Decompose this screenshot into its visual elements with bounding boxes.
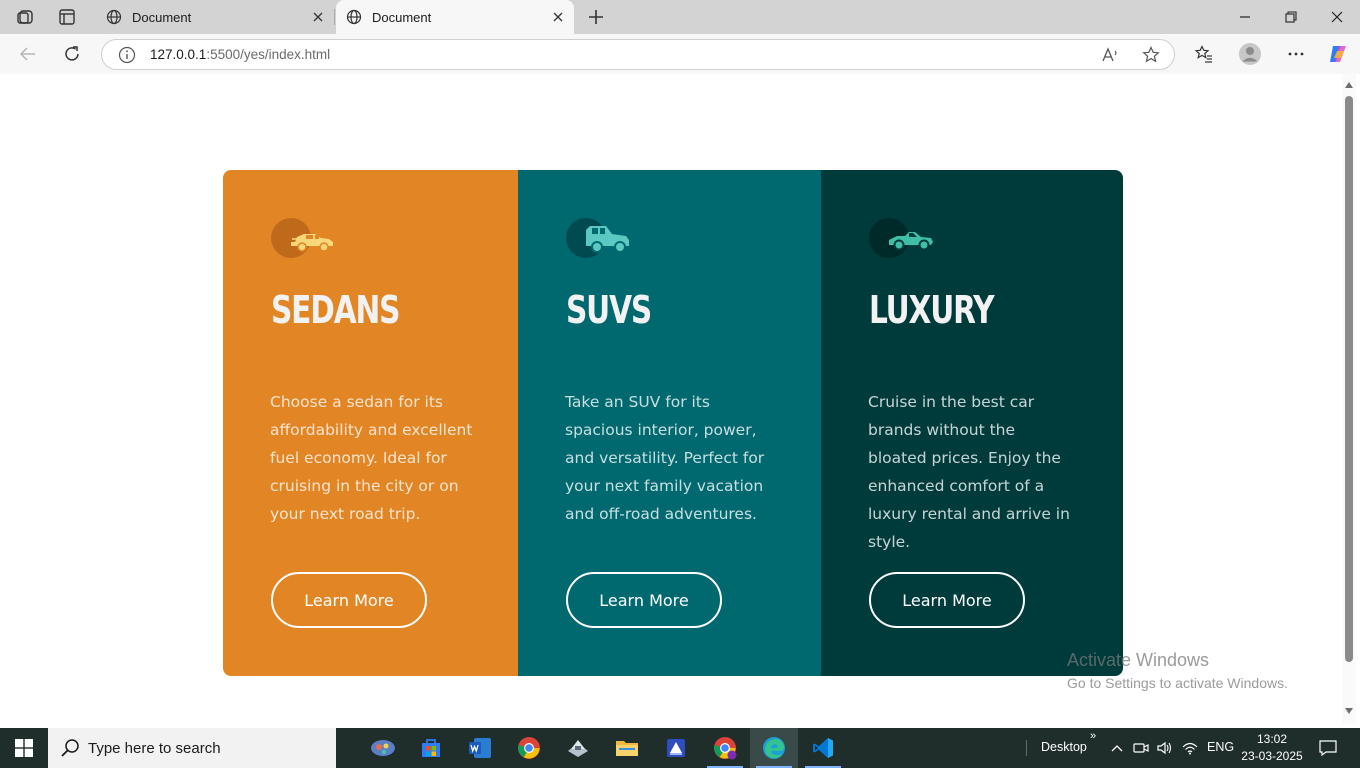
more-options-icon[interactable] xyxy=(1282,40,1310,68)
search-icon xyxy=(61,739,79,757)
taskbar-app-runner[interactable] xyxy=(652,728,700,768)
windows-taskbar: Type here to search Desktop » ENG 13:02 … xyxy=(0,728,1360,768)
windows-logo-icon xyxy=(15,739,33,757)
input-language-indicator[interactable]: ENG xyxy=(1207,740,1234,754)
activate-windows-watermark: Activate Windows Go to Settings to activ… xyxy=(1067,650,1288,691)
chrome-icon xyxy=(518,737,540,759)
taskbar-app-vscode[interactable] xyxy=(799,728,847,768)
url-path: :5500/yes/index.html xyxy=(206,47,331,62)
scrollbar-thumb[interactable] xyxy=(1345,96,1353,662)
card-title: SEDANS xyxy=(271,288,400,332)
taskbar-app-tools[interactable] xyxy=(554,728,602,768)
refresh-button[interactable] xyxy=(58,40,86,68)
globe-icon xyxy=(106,9,122,25)
scroll-down-icon[interactable] xyxy=(1345,708,1353,714)
taskbar-app-snipping[interactable] xyxy=(359,728,407,768)
word-icon xyxy=(469,738,491,758)
taskbar-app-chrome-profile[interactable] xyxy=(701,728,749,768)
suv-car-icon xyxy=(566,218,629,258)
browser-tab-strip: Document Document xyxy=(0,0,1360,34)
taskbar-app-word[interactable] xyxy=(456,728,504,768)
app-launcher-icon xyxy=(667,739,685,757)
favorites-icon[interactable] xyxy=(1190,40,1218,68)
start-button[interactable] xyxy=(0,728,48,768)
browser-toolbar: 127.0.0.1:5500/yes/index.html xyxy=(0,34,1360,74)
tab-actions-icon[interactable] xyxy=(54,5,80,29)
profile-avatar[interactable] xyxy=(1236,40,1264,68)
volume-icon[interactable] xyxy=(1155,738,1175,758)
control-panel-icon xyxy=(568,740,588,757)
notifications-icon[interactable] xyxy=(1318,738,1338,758)
edge-icon xyxy=(763,737,785,759)
copilot-icon[interactable] xyxy=(1324,40,1352,68)
search-placeholder: Type here to search xyxy=(88,739,221,757)
card-title: LUXURY xyxy=(869,288,995,332)
tray-divider xyxy=(1026,740,1027,756)
new-tab-button[interactable] xyxy=(584,5,608,29)
url-text[interactable]: 127.0.0.1:5500/yes/index.html xyxy=(150,47,330,62)
sedan-car-icon xyxy=(271,218,333,258)
close-tab-icon[interactable] xyxy=(548,7,568,27)
taskbar-app-edge[interactable] xyxy=(750,728,798,768)
learn-more-button[interactable]: Learn More xyxy=(271,572,427,628)
toolbar-expand-icon[interactable]: » xyxy=(1090,730,1096,742)
scroll-up-icon[interactable] xyxy=(1345,82,1353,88)
card-sedans: SEDANS Choose a sedan for its affordabil… xyxy=(223,170,518,676)
luxury-car-icon xyxy=(869,218,933,258)
tab-document-2[interactable]: Document xyxy=(336,0,574,34)
close-window-button[interactable] xyxy=(1314,0,1360,34)
meet-now-icon[interactable] xyxy=(1131,738,1151,758)
card-suvs: SUVS Take an SUV for its spacious interi… xyxy=(518,170,821,676)
show-hidden-icons-icon[interactable] xyxy=(1107,738,1127,758)
read-aloud-icon[interactable] xyxy=(1100,45,1120,65)
wifi-icon[interactable] xyxy=(1180,738,1200,758)
system-clock[interactable]: 13:02 23-03-2025 xyxy=(1236,731,1308,765)
card-description: Choose a sedan for its affordability and… xyxy=(270,393,473,523)
minimize-button[interactable] xyxy=(1222,0,1268,34)
tab-document-1[interactable]: Document xyxy=(96,0,334,34)
vscode-icon xyxy=(813,738,833,758)
clock-date: 23-03-2025 xyxy=(1241,749,1303,763)
url-host: 127.0.0.1 xyxy=(150,47,207,62)
microsoft-store-icon xyxy=(422,739,440,757)
taskbar-app-explorer[interactable] xyxy=(603,728,651,768)
chrome-profile-icon xyxy=(714,737,737,760)
card-description: Take an SUV for its spacious interior, p… xyxy=(565,393,765,523)
watermark-title: Activate Windows xyxy=(1067,650,1210,670)
taskbar-search-box[interactable]: Type here to search xyxy=(48,728,336,768)
tab-title: Document xyxy=(372,9,432,25)
file-explorer-icon xyxy=(616,741,638,756)
restore-button[interactable] xyxy=(1268,0,1314,34)
site-info-icon[interactable] xyxy=(118,46,136,64)
clock-time: 13:02 xyxy=(1256,732,1288,746)
taskbar-app-store[interactable] xyxy=(407,728,455,768)
favorite-star-icon[interactable] xyxy=(1141,45,1161,65)
taskbar-app-chrome[interactable] xyxy=(505,728,553,768)
card-luxury: LUXURY Cruise in the best car brands wit… xyxy=(821,170,1123,676)
globe-icon xyxy=(346,9,362,25)
back-button[interactable] xyxy=(14,40,42,68)
close-tab-icon[interactable] xyxy=(308,7,328,27)
tab-title: Document xyxy=(132,9,192,25)
card-description: Cruise in the best car brands without th… xyxy=(868,393,1070,551)
workspaces-icon[interactable] xyxy=(13,5,39,29)
tab-divider xyxy=(334,9,335,25)
snipping-tool-icon xyxy=(371,740,395,756)
card-title: SUVS xyxy=(566,288,652,332)
page-scrollbar[interactable] xyxy=(1342,74,1356,724)
desktop-toolbar-label[interactable]: Desktop xyxy=(1041,740,1087,754)
watermark-subtitle: Go to Settings to activate Windows. xyxy=(1067,675,1288,691)
learn-more-button[interactable]: Learn More xyxy=(869,572,1025,628)
learn-more-button[interactable]: Learn More xyxy=(566,572,722,628)
address-bar[interactable]: 127.0.0.1:5500/yes/index.html xyxy=(101,39,1175,70)
car-categories-panel: SEDANS Choose a sedan for its affordabil… xyxy=(223,170,1123,676)
